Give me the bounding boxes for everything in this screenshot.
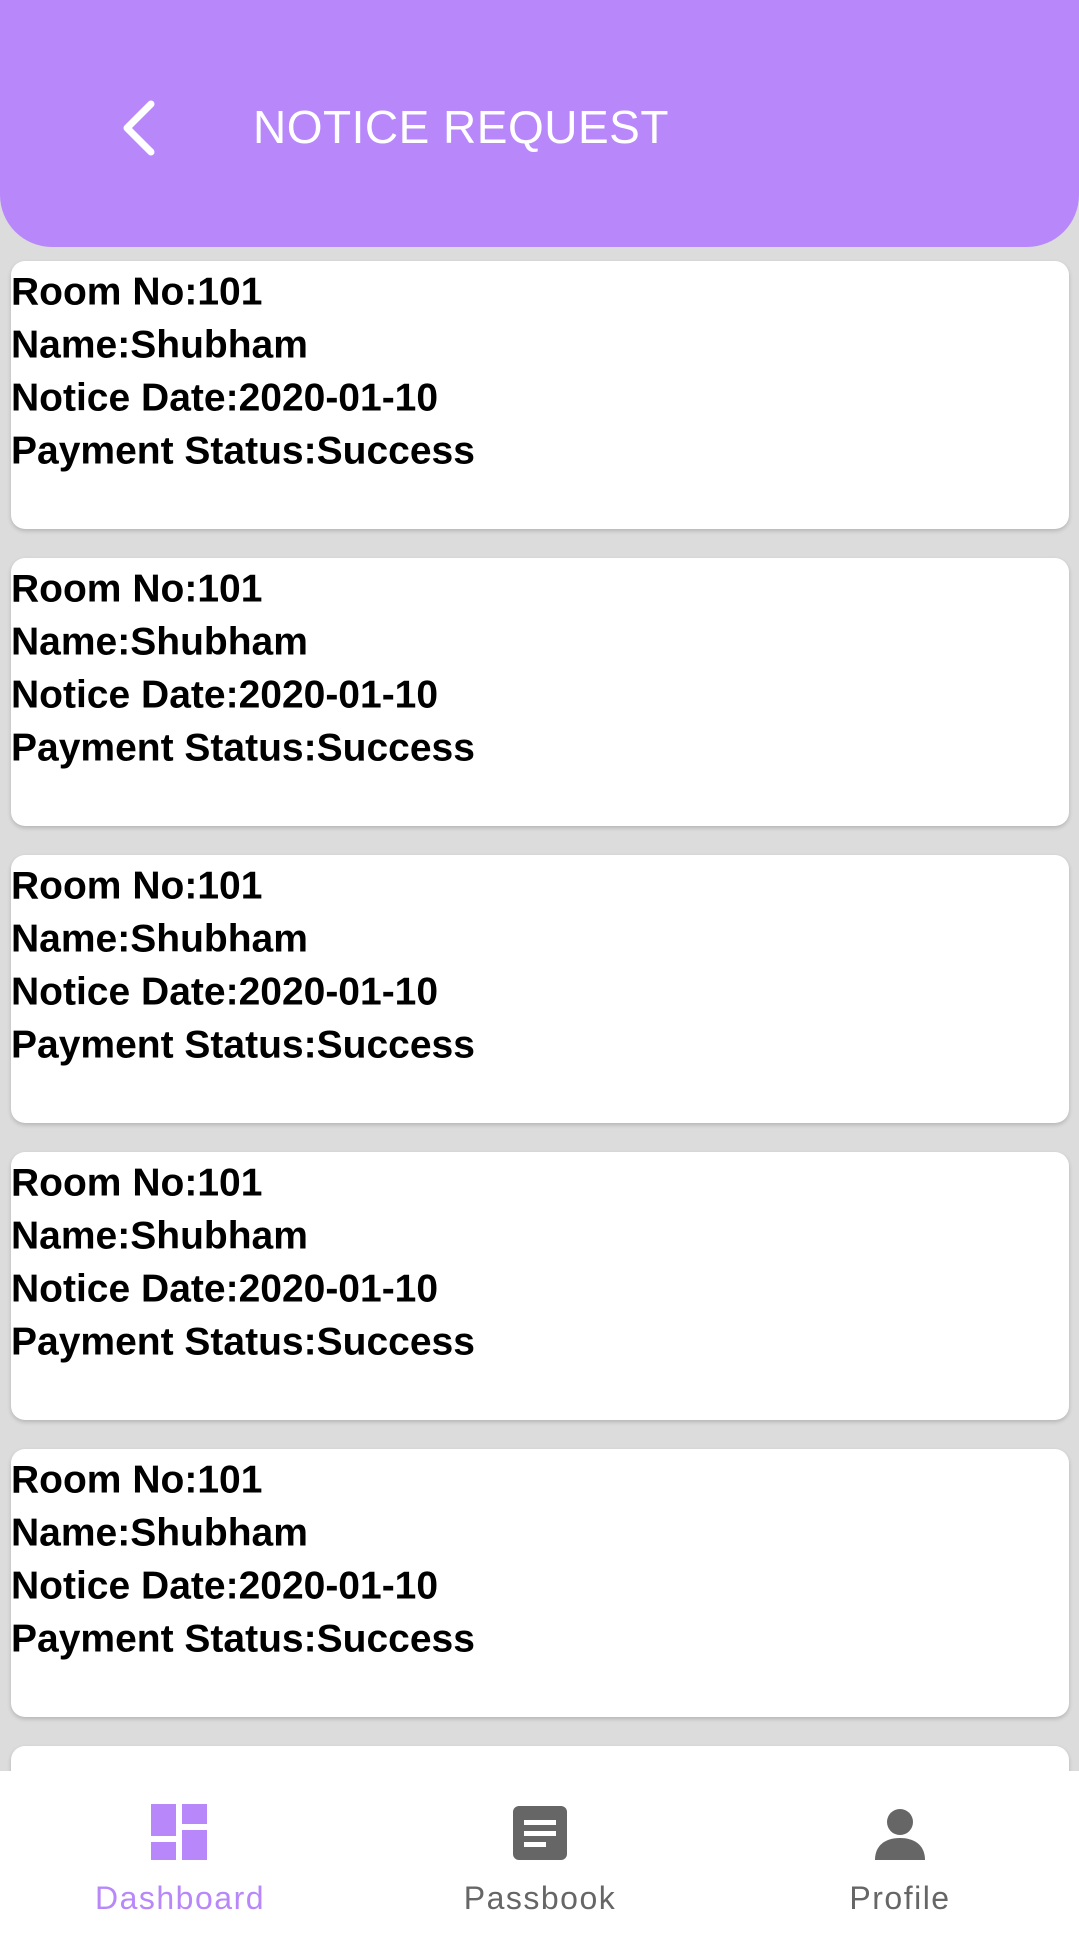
name-value: Shubham [130,620,308,663]
notice-card[interactable]: Room No : 101 Name : Shubham Notice Date… [11,855,1069,1123]
separator-colon: : [225,970,239,1013]
dashboard-icon [151,1804,207,1860]
payment-status-value: Success [316,726,475,769]
separator-colon: : [303,726,317,769]
payment-status-value: Success [316,1320,475,1363]
name-value: Shubham [130,1214,308,1257]
notice-date-label: Notice Date [11,376,226,419]
payment-status-value: Success [316,1023,475,1066]
room-no-label: Room No [11,270,185,313]
room-no-label: Room No [11,864,185,907]
name-value: Shubham [130,917,308,960]
room-no-value: 101 [197,1161,263,1204]
notice-date-label: Notice Date [11,673,226,716]
payment-status-value: Success [316,1617,475,1660]
separator-colon: : [225,1267,239,1310]
room-no-value: 101 [197,567,263,610]
payment-status-row: Payment Status : Success [11,1617,1069,1692]
separator-colon: : [225,376,239,419]
payment-status-label: Payment Status [11,1320,304,1363]
separator-colon: : [184,1458,198,1501]
room-no-value: 101 [197,1458,263,1501]
payment-status-value: Success [316,429,475,472]
name-label: Name [11,1511,118,1554]
payment-status-label: Payment Status [11,1023,304,1066]
separator-colon: : [117,1511,131,1554]
payment-status-row: Payment Status : Success [11,1320,1069,1395]
name-label: Name [11,917,118,960]
notice-date-label: Notice Date [11,1564,226,1607]
payment-status-label: Payment Status [11,1617,304,1660]
app-bar: NOTICE REQUEST [0,0,1079,247]
room-no-value: 101 [197,864,263,907]
notice-card[interactable]: Room No : 101 Name : Shubham Notice Date… [11,1152,1069,1420]
notice-date-label: Notice Date [11,970,226,1013]
room-no-label: Room No [11,567,185,610]
profile-icon [875,1809,925,1860]
room-no-label: Room No [11,1161,185,1204]
notice-card[interactable]: Room No : 101 Name : Shubham Notice Date… [11,261,1069,529]
bottom-navigation: Dashboard Passbook Profile [0,1771,1079,1941]
name-value: Shubham [130,323,308,366]
notice-date-value: 2020-01-10 [238,1564,439,1607]
separator-colon: : [184,270,198,313]
notice-date-value: 2020-01-10 [238,376,439,419]
name-value: Shubham [130,1511,308,1554]
notice-card[interactable]: Room No : 101 Name : Shubham Notice Date… [11,558,1069,826]
separator-colon: : [303,1320,317,1363]
notice-date-value: 2020-01-10 [238,970,439,1013]
separator-colon: : [117,1214,131,1257]
notice-date-label: Notice Date [11,1267,226,1310]
separator-colon: : [184,1161,198,1204]
payment-status-row: Payment Status : Success [11,1023,1069,1098]
payment-status-label: Payment Status [11,429,304,472]
passbook-icon [513,1806,567,1860]
chevron-left-icon [123,100,155,156]
separator-colon: : [225,673,239,716]
room-no-label: Room No [11,1458,185,1501]
separator-colon: : [184,567,198,610]
payment-status-row: Payment Status : Success [11,726,1069,801]
name-label: Name [11,323,118,366]
name-label: Name [11,620,118,663]
notice-list: Room No : 101 Name : Shubham Notice Date… [11,261,1069,1746]
nav-label-dashboard: Dashboard [94,1880,266,1916]
page-title: NOTICE REQUEST [253,101,669,153]
separator-colon: : [117,917,131,960]
payment-status-label: Payment Status [11,726,304,769]
notice-date-value: 2020-01-10 [238,1267,439,1310]
separator-colon: : [303,1617,317,1660]
nav-item-profile[interactable]: Profile [780,1771,1020,1941]
separator-colon: : [184,864,198,907]
separator-colon: : [303,429,317,472]
separator-colon: : [117,620,131,663]
separator-colon: : [303,1023,317,1066]
separator-colon: : [225,1564,239,1607]
room-no-value: 101 [197,270,263,313]
payment-status-row: Payment Status : Success [11,429,1069,504]
nav-label-passbook: Passbook [463,1880,617,1916]
name-label: Name [11,1214,118,1257]
nav-label-profile: Profile [849,1880,951,1916]
notice-date-value: 2020-01-10 [238,673,439,716]
separator-colon: : [117,323,131,366]
nav-item-dashboard[interactable]: Dashboard [60,1771,300,1941]
notice-card[interactable]: Room No : 101 Name : Shubham Notice Date… [11,1449,1069,1717]
back-button[interactable] [100,88,180,168]
nav-item-passbook[interactable]: Passbook [420,1771,660,1941]
